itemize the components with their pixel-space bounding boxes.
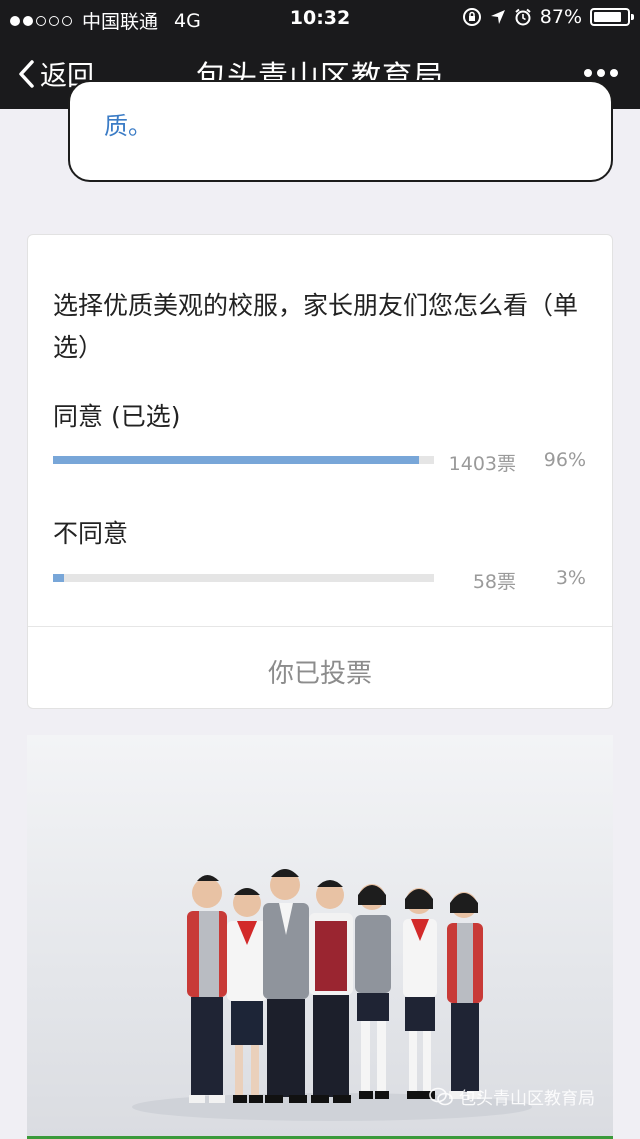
students-illustration: [132, 869, 532, 1121]
vote-count: 1403票: [448, 453, 516, 475]
vote-option-bar-fill: [53, 456, 419, 464]
vote-option-label[interactable]: 不同意: [53, 514, 128, 550]
wechat-icon: [429, 1087, 453, 1105]
vote-card: 选择优质美观的校服，家长朋友们您怎么看（单选） 同意 (已选) 1403票 96…: [27, 234, 613, 709]
battery-icon: [590, 8, 634, 26]
alarm-icon: [515, 8, 531, 26]
vote-option-bar-fill: [53, 574, 65, 582]
vote-count: 58票: [472, 571, 516, 593]
vote-question: 选择优质美观的校服，家长朋友们您怎么看（单选）: [53, 291, 579, 362]
watermark-text: 包头青山区教育局: [459, 1089, 595, 1109]
orientation-lock-icon: [462, 8, 481, 26]
vote-option-bar: [53, 574, 434, 582]
vote-percent: 96%: [543, 449, 586, 471]
more-dots-icon[interactable]: [584, 69, 618, 77]
vote-option-bar: [53, 456, 434, 464]
watermark: 包头青山区教育局: [429, 1084, 595, 1109]
article-text-box: 质。: [68, 80, 613, 182]
school-uniform-photo: 包头青山区教育局: [27, 735, 613, 1139]
location-arrow-icon: [490, 10, 505, 24]
divider: [28, 626, 612, 627]
status-bar: 中国联通 4G 10:32 87%: [0, 0, 640, 36]
voted-status-button[interactable]: 你已投票: [28, 653, 612, 690]
vote-option-label[interactable]: 同意 (已选): [53, 397, 180, 433]
battery-percent: 87%: [539, 6, 582, 28]
vote-percent: 3%: [555, 567, 586, 589]
article-text-tail: 质。: [104, 112, 152, 140]
